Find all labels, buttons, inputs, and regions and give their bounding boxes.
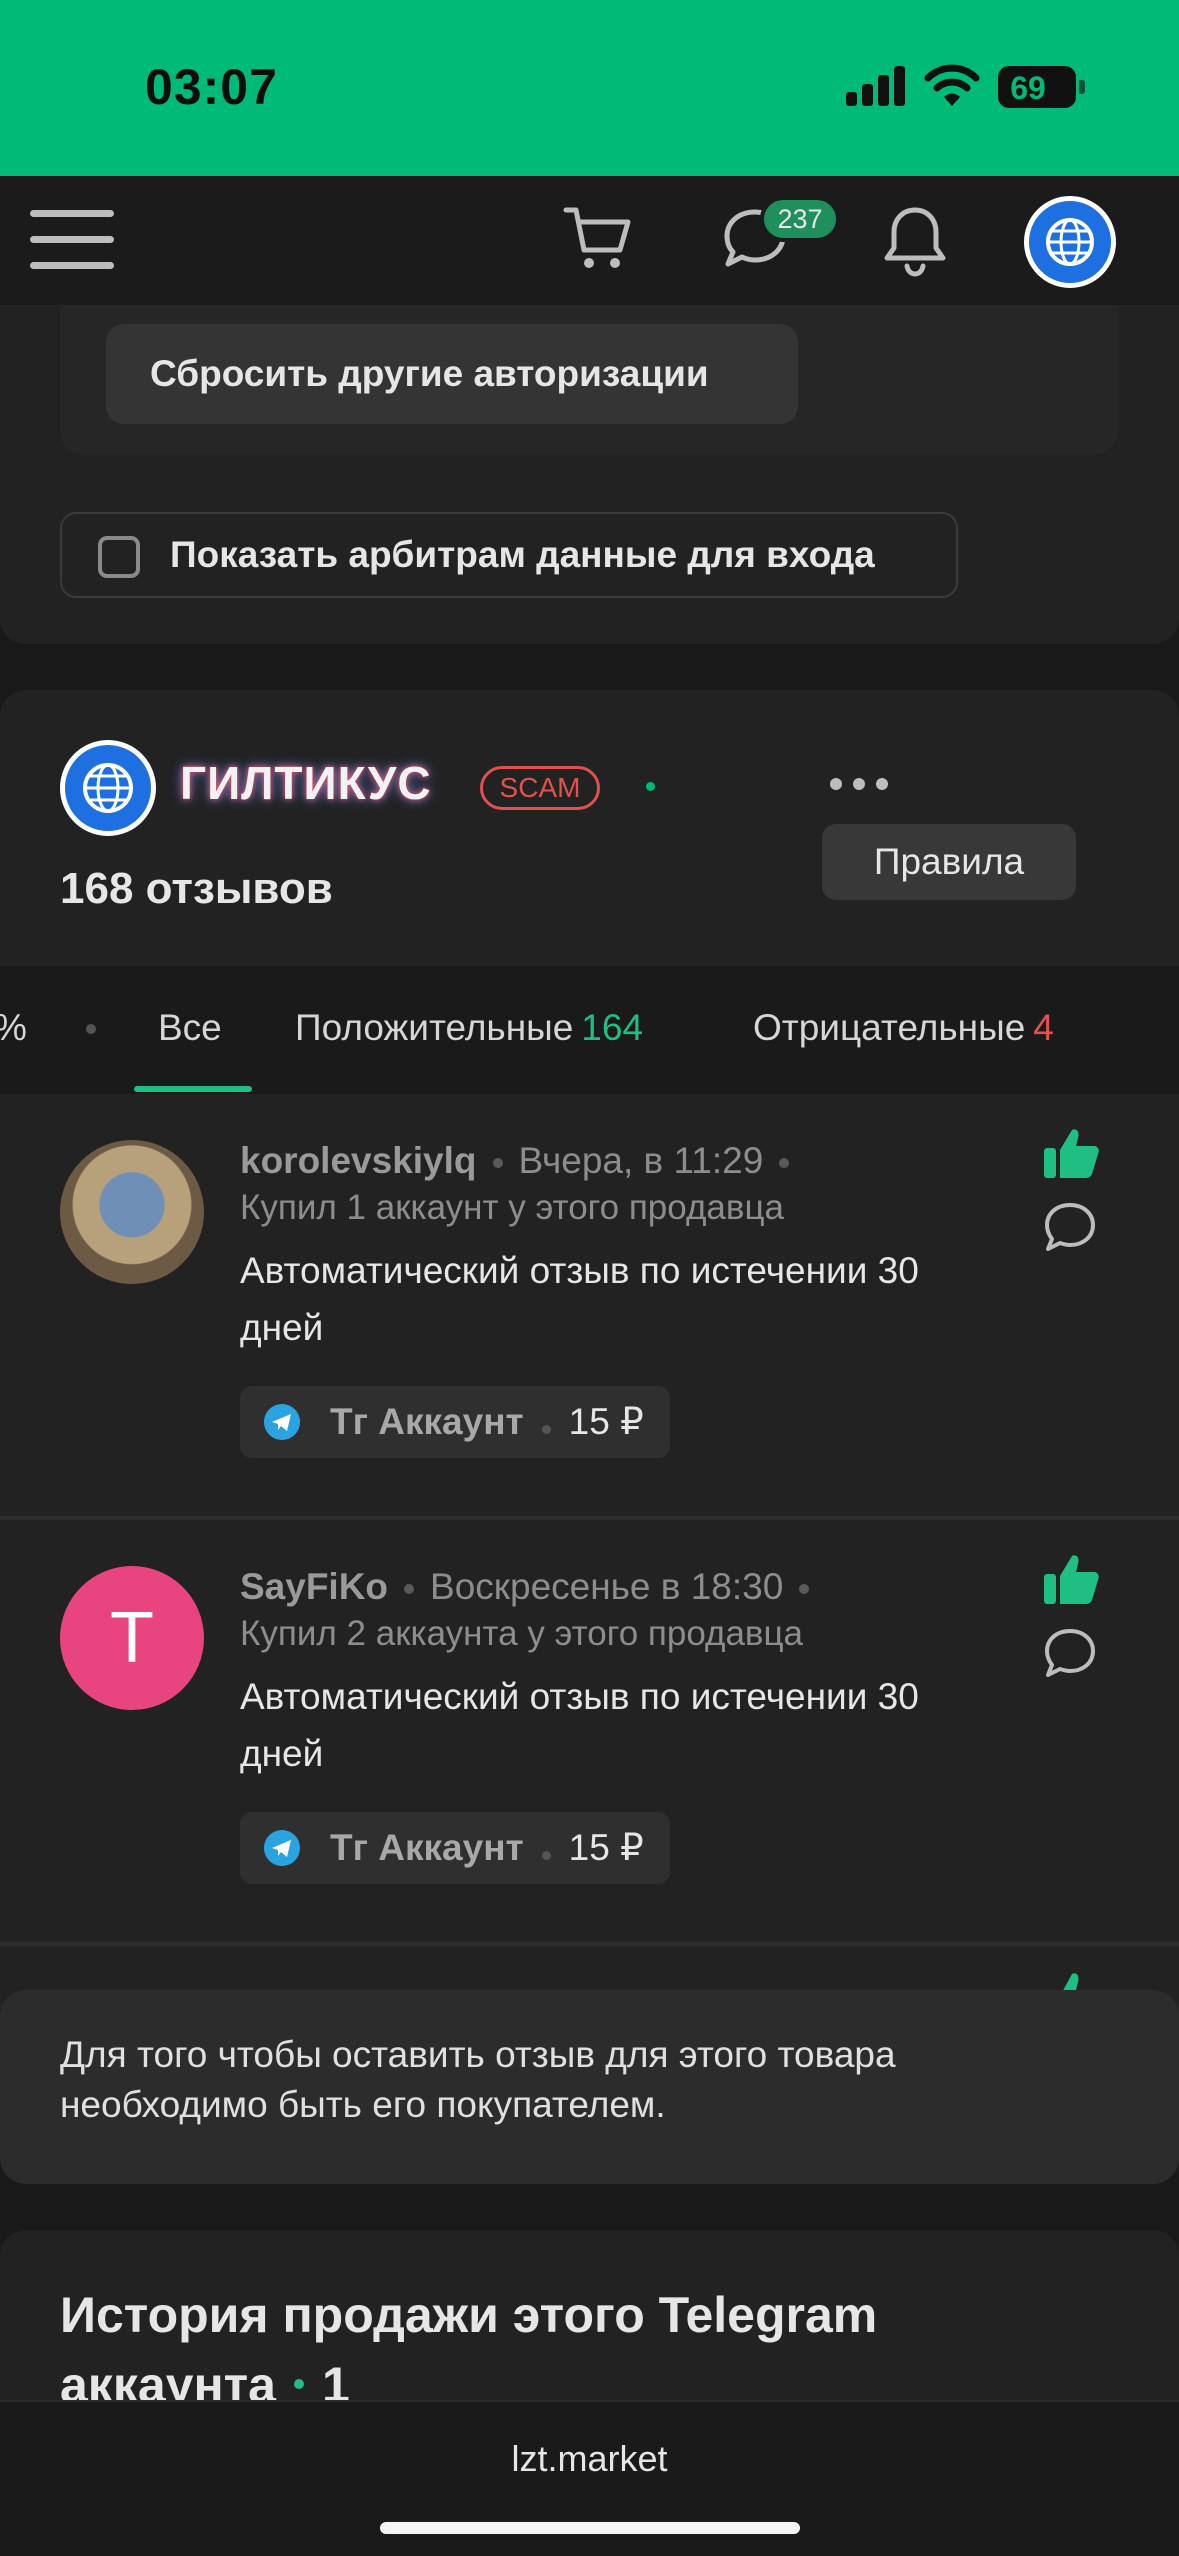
cellular-signal-icon [846,66,908,106]
review-notice: Для того чтобы оставить отзыв для этого … [0,1990,1179,2184]
sale-history-title: История продажи этого Telegram аккаунта 1 [60,2287,878,2413]
avatar-letter[interactable]: T [60,1566,204,1710]
arbitrator-checkbox[interactable] [98,536,140,578]
review-filter-tabs: % Все Положительные164 Отрицательные4 [0,966,1179,1094]
review-item: T SayFiKo Воскресенье в 18:30 Купил 2 акк… [0,1520,1179,1946]
telegram-icon [264,1404,300,1440]
scam-badge: SCAM [480,766,600,810]
arbitrator-access-toggle[interactable]: Показать арбитрам данные для входа [60,512,958,598]
review-date: Воскресенье в 18:30 [430,1566,784,1607]
review-username[interactable]: korolevskiylq [240,1140,477,1181]
more-options-icon[interactable] [824,772,894,796]
review-meta: korolevskiylq Вчера, в 11:29 [240,1140,805,1182]
tab-negative[interactable]: Отрицательные 4 [753,966,1054,1094]
comment-icon[interactable] [1042,1200,1098,1256]
bell-icon[interactable] [880,204,950,278]
status-bar: 03:07 69 [0,0,1179,176]
chat-unread-badge: 237 [760,196,840,242]
review-text: Автоматический отзыв по истечении 30 дне… [240,1250,919,1348]
review-notice-text: Для того чтобы оставить отзыв для этого … [60,2034,896,2125]
review-date: Вчера, в 11:29 [518,1140,764,1181]
reset-authorizations-button[interactable]: Сбросить другие авторизации [106,324,798,424]
review-purchase-info: Купил 2 аккаунта у этого продавца [240,1614,804,1653]
battery-icon: 69 [998,66,1085,108]
rules-button[interactable]: Правила [822,824,1076,900]
tab-positive[interactable]: Положительные 164 [295,966,643,1094]
seller-name[interactable]: ГИЛТИКУС [180,756,432,810]
review-text: Автоматический отзыв по истечении 30 дне… [240,1676,919,1774]
globe-icon [1046,218,1094,266]
telegram-icon [264,1830,300,1866]
tab-all[interactable]: Все [158,966,222,1094]
stitch-avatar-icon[interactable] [60,1140,204,1284]
home-indicator[interactable] [380,2522,800,2534]
positive-count: 164 [581,1007,644,1048]
review-meta: SayFiKo Воскресенье в 18:30 [240,1566,825,1608]
globe-icon [83,763,133,813]
menu-icon[interactable] [30,204,114,276]
purchased-item-tag[interactable]: Тг Аккаунт 15 ₽ [240,1386,670,1458]
arbitrator-checkbox-label: Показать арбитрам данные для входа [170,534,875,575]
authorizations-box: Сбросить другие авторизации [60,306,1118,454]
tab-rating[interactable]: % [0,966,27,1094]
review-item: korolevskiylq Вчера, в 11:29 Купил 1 акка… [0,1094,1179,1520]
active-tab-indicator [134,1086,252,1092]
thumbs-up-icon [1044,1129,1099,1178]
seller-reviews-card: ГИЛТИКУС SCAM Правила 168 отзывов % Все … [0,690,1179,2184]
browser-address-bar[interactable]: lzt.market [0,2400,1179,2556]
comment-icon[interactable] [1042,1626,1098,1682]
wifi-icon [924,64,980,106]
online-status-dot [646,782,655,791]
account-settings-card: Сбросить другие авторизации Показать арб… [0,306,1179,644]
cart-icon[interactable] [562,202,634,274]
purchased-item-tag[interactable]: Тг Аккаунт 15 ₽ [240,1812,670,1884]
top-navigation: 237 [0,176,1179,306]
review-purchase-info: Купил 1 аккаунт у этого продавца [240,1188,784,1227]
seller-avatar[interactable] [60,740,156,836]
battery-percent: 69 [1010,70,1046,106]
review-count: 168 отзывов [60,864,333,913]
review-username[interactable]: SayFiKo [240,1566,388,1607]
negative-count: 4 [1033,1007,1054,1048]
status-time: 03:07 [145,59,278,115]
thumbs-up-icon [1044,1555,1099,1604]
page-domain[interactable]: lzt.market [0,2438,1179,2480]
user-avatar[interactable] [1024,196,1116,288]
